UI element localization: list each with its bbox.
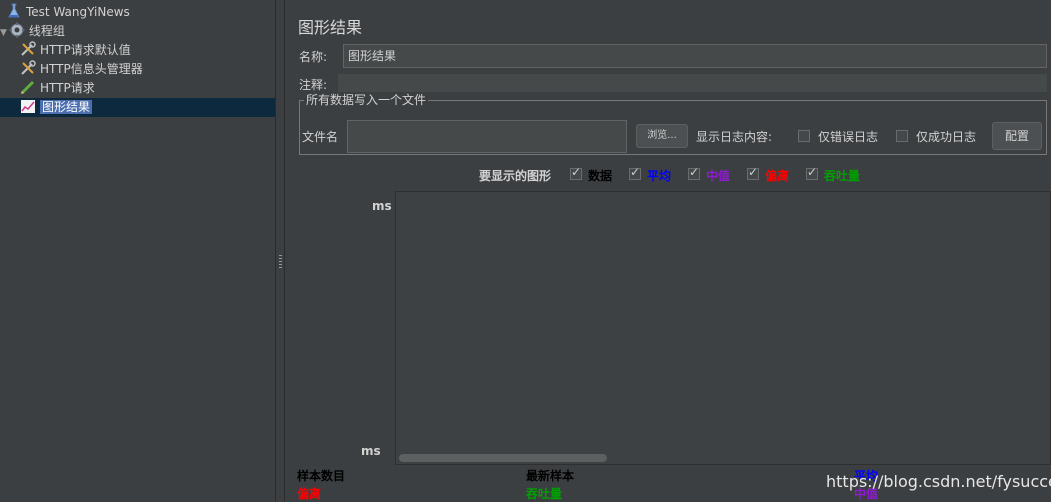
deviation-checkbox[interactable] [747, 165, 759, 180]
samples-count-label: 样本数目 [297, 469, 346, 483]
page-title: 图形结果 [298, 18, 363, 37]
wrench-icon [20, 41, 36, 57]
tree-item-label: Test WangYiNews [26, 5, 130, 19]
graph-area [395, 191, 1051, 465]
expand-arrow-icon[interactable]: ▼ [0, 28, 7, 38]
y-axis-bottom-label: ms [361, 444, 381, 458]
success-only-checkbox[interactable] [896, 130, 908, 142]
median-option-label: 中值 [706, 169, 731, 183]
pane-splitter[interactable] [275, 0, 285, 501]
deviation-stat-label: 偏离 [297, 487, 322, 501]
throughput-option-label: 吞吐量 [824, 169, 861, 183]
tree-item-label: HTTP请求默认值 [40, 43, 131, 57]
browse-button[interactable]: 浏览... [636, 124, 688, 148]
file-group-legend: 所有数据写入一个文件 [304, 93, 429, 107]
latest-sample-label: 最新样本 [526, 469, 575, 483]
wrench-icon [20, 60, 36, 76]
throughput-checkbox[interactable] [806, 165, 818, 180]
deviation-option-label: 偏离 [765, 169, 790, 183]
y-axis-top-label: ms [372, 199, 392, 213]
graph-icon [20, 98, 36, 114]
horizontal-scrollbar[interactable] [399, 454, 607, 462]
tree-item-graph-results[interactable]: 图形结果 [20, 98, 93, 116]
errors-only-label: 仅错误日志 [818, 130, 879, 144]
errors-only-checkbox[interactable] [798, 130, 810, 142]
graph-canvas [396, 192, 1050, 464]
tree-item-label: HTTP请求 [40, 81, 95, 95]
watermark-text: https://blog.csdn.net/fysuccess [826, 472, 1051, 491]
tree-item-thread-group[interactable]: ▼ 线程组 [0, 22, 65, 40]
configure-button[interactable]: 配置 [992, 122, 1042, 150]
tree-item-test-plan[interactable]: Test WangYiNews [6, 3, 130, 21]
tree-item-http-defaults[interactable]: HTTP请求默认值 [20, 41, 131, 59]
flask-icon [6, 3, 22, 19]
log-content-label: 显示日志内容: [696, 130, 773, 144]
tree-item-label: 图形结果 [40, 100, 93, 114]
splitter-grip[interactable] [279, 255, 282, 269]
success-only-label: 仅成功日志 [916, 130, 977, 144]
name-field[interactable]: 图形结果 [343, 44, 1047, 68]
tree-item-label: HTTP信息头管理器 [40, 62, 143, 76]
average-checkbox[interactable] [629, 165, 641, 180]
tree-item-header-manager[interactable]: HTTP信息头管理器 [20, 60, 143, 78]
data-checkbox[interactable] [570, 165, 582, 180]
average-option-label: 平均 [647, 169, 672, 183]
pencil-icon [20, 79, 36, 95]
throughput-stat-label: 吞吐量 [526, 487, 563, 501]
data-option-label: 数据 [588, 169, 613, 183]
gear-icon [9, 22, 25, 38]
filename-input[interactable] [347, 120, 627, 153]
comment-field[interactable] [338, 74, 1047, 92]
comment-label: 注释: [299, 78, 328, 92]
name-label: 名称: [299, 50, 328, 64]
graphs-to-display-label: 要显示的图形 [479, 169, 552, 183]
filename-label: 文件名 [302, 130, 339, 144]
median-checkbox[interactable] [688, 165, 700, 180]
tree-item-http-request[interactable]: HTTP请求 [20, 79, 95, 97]
test-plan-tree: Test WangYiNews ▼ 线程组 HTTP请求默认值 HTTP信息头管… [0, 0, 275, 501]
graph-results-panel: 图形结果 名称: 图形结果 注释: 所有数据写入一个文件 文件名 浏览... 显… [286, 0, 1051, 501]
tree-item-label: 线程组 [28, 24, 65, 38]
